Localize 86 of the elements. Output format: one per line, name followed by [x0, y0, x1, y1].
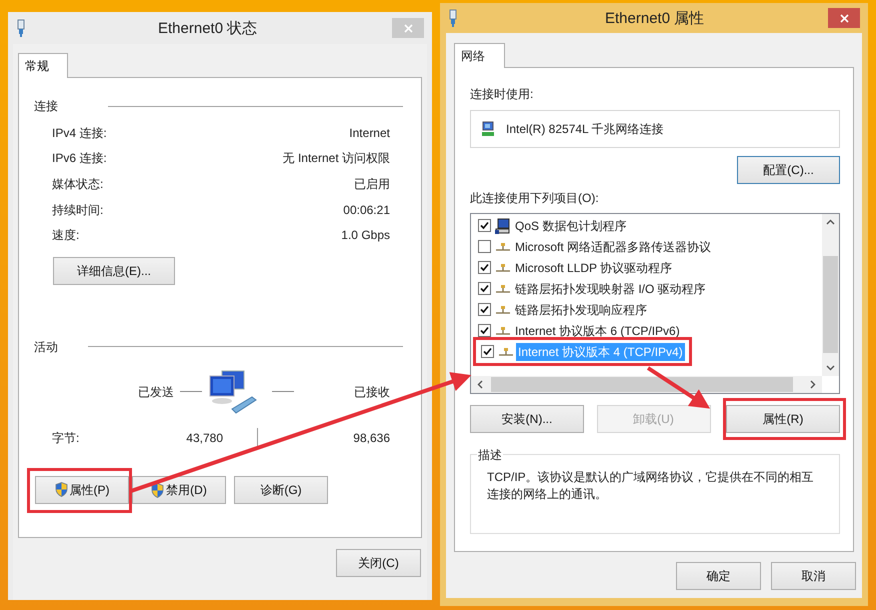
- check-icon: [480, 326, 489, 335]
- bytes-sent: 43,780: [185, 430, 223, 447]
- scrollbar-thumb[interactable]: [823, 256, 838, 353]
- network-adapter-icon: [480, 121, 496, 137]
- protocol-icon: [496, 284, 510, 294]
- check-icon: [480, 263, 489, 272]
- scrollbar-thumb[interactable]: [491, 377, 793, 392]
- section-heading: 活动: [34, 338, 58, 356]
- horizontal-scrollbar[interactable]: [471, 376, 822, 393]
- connect-using-label: 连接时使用:: [470, 86, 534, 103]
- description-text: TCP/IP。该协议是默认的广域网络协议，它提供在不同的相互连接的网络上的通讯。: [487, 469, 815, 503]
- close-button[interactable]: [828, 8, 860, 28]
- tab[interactable]: 网络: [454, 43, 505, 68]
- check-icon: [480, 305, 489, 314]
- close-icon: [840, 14, 848, 22]
- field-value: 已启用: [354, 176, 390, 193]
- checkbox[interactable]: [478, 324, 491, 337]
- item-label: Microsoft 网络适配器多路传送器协议: [514, 238, 712, 256]
- network-computers-icon: [208, 368, 258, 415]
- protocol-icon: [496, 242, 510, 252]
- item-label: Internet 协议版本 4 (TCP/IPv4): [516, 342, 685, 360]
- field-value: 1.0 Gbps: [341, 227, 390, 244]
- received-label: 已接收: [354, 384, 390, 401]
- field-value: 无 Internet 访问权限: [282, 150, 390, 168]
- action-button[interactable]: 属性(P): [35, 476, 129, 504]
- bytes-received: 98,636: [353, 430, 390, 447]
- item-label: Microsoft LLDP 协议驱动程序: [514, 260, 674, 276]
- action-button[interactable]: 诊断(G): [234, 476, 328, 504]
- field-value: Internet: [349, 124, 390, 142]
- item-action-button[interactable]: 安装(N)...: [470, 405, 584, 433]
- dialog-button[interactable]: 取消: [771, 562, 856, 590]
- check-icon: [480, 221, 489, 230]
- field-label: 持续时间:: [52, 202, 104, 219]
- checkbox[interactable]: [478, 240, 491, 253]
- list-item[interactable]: 链路层拓扑发现响应程序: [474, 300, 649, 319]
- protocol-icon: [499, 346, 513, 356]
- configure-button[interactable]: 配置(C)...: [737, 156, 840, 184]
- check-icon: [483, 347, 492, 356]
- checkbox[interactable]: [481, 345, 494, 358]
- item-action-button[interactable]: 属性(R): [726, 405, 840, 433]
- list-item[interactable]: 链路层拓扑发现映射器 I/O 驱动程序: [474, 279, 708, 298]
- items-label: 此连接使用下列项目(O):: [470, 190, 600, 207]
- list-item[interactable]: QoS 数据包计划程序: [474, 216, 628, 235]
- window-title: Ethernet0 状态: [158, 19, 258, 39]
- scroll-left-icon[interactable]: [476, 380, 485, 389]
- item-label: 链路层拓扑发现映射器 I/O 驱动程序: [514, 280, 707, 298]
- computer-icon: [495, 218, 511, 234]
- field-label: IPv4 连接:: [52, 124, 107, 142]
- section-heading: 连接: [34, 98, 58, 115]
- scroll-down-icon[interactable]: [826, 363, 835, 372]
- tab[interactable]: 常规: [18, 53, 68, 78]
- scroll-up-icon[interactable]: [826, 218, 835, 227]
- item-label: Internet 协议版本 6 (TCP/IPv6): [514, 322, 681, 340]
- sent-label: 已发送: [138, 384, 174, 401]
- list-item[interactable]: Microsoft 网络适配器多路传送器协议: [474, 237, 714, 256]
- protocol-icon: [496, 326, 510, 336]
- list-item[interactable]: Microsoft LLDP 协议驱动程序: [474, 258, 674, 277]
- bytes-label: 字节:: [52, 430, 80, 447]
- details-button[interactable]: 详细信息(E)...: [53, 256, 175, 285]
- protocol-icon: [496, 304, 510, 314]
- list-item[interactable]: Internet 协议版本 6 (TCP/IPv6): [474, 321, 682, 340]
- scroll-right-icon[interactable]: [808, 380, 817, 389]
- adapter-name: Intel(R) 82574L 千兆网络连接: [506, 121, 664, 138]
- protocol-icon: [496, 262, 510, 272]
- window-title: Ethernet0 属性: [605, 9, 704, 29]
- close-dialog-button[interactable]: 关闭(C): [336, 549, 421, 577]
- group-heading: 描述: [477, 446, 503, 464]
- vertical-scrollbar[interactable]: [822, 214, 839, 376]
- checkbox[interactable]: [478, 282, 491, 295]
- check-icon: [480, 284, 489, 293]
- field-label: IPv6 连接:: [52, 150, 107, 168]
- shield-icon: [151, 482, 164, 498]
- network-plug-icon: [448, 9, 458, 27]
- checkbox[interactable]: [478, 219, 491, 232]
- dialog-button[interactable]: 确定: [676, 562, 761, 590]
- item-label: QoS 数据包计划程序: [514, 218, 628, 234]
- close-icon: [404, 24, 412, 32]
- checkbox[interactable]: [478, 303, 491, 316]
- item-label: 链路层拓扑发现响应程序: [514, 302, 648, 318]
- field-label: 速度:: [52, 227, 80, 244]
- shield-icon: [54, 482, 68, 498]
- action-button[interactable]: 禁用(D): [132, 476, 226, 504]
- field-label: 媒体状态:: [52, 176, 104, 193]
- checkbox[interactable]: [478, 261, 491, 274]
- network-plug-icon: [16, 19, 26, 37]
- field-value: 00:06:21: [343, 202, 390, 219]
